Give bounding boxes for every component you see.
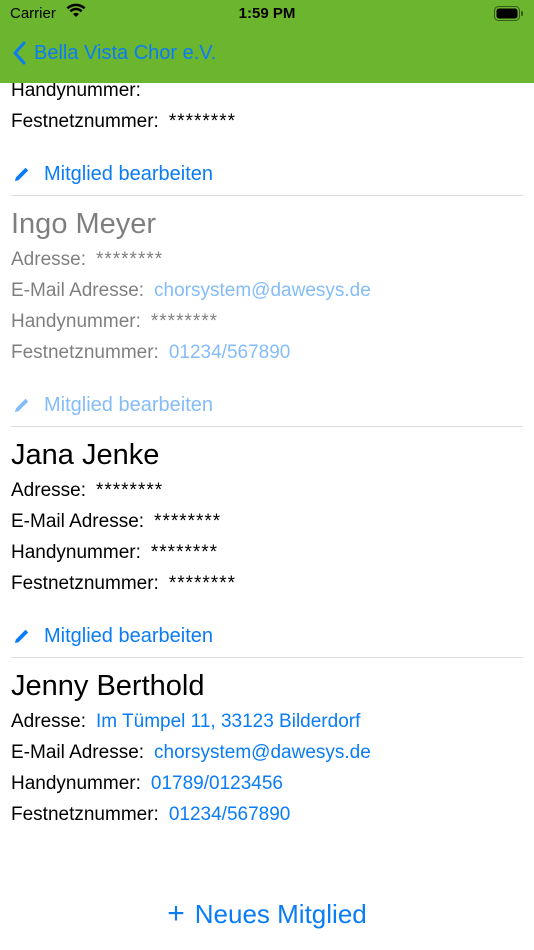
address-label: Adresse: <box>11 711 86 732</box>
address-value: ******** <box>95 249 164 270</box>
edit-member-button[interactable]: Mitglied bearbeiten <box>0 615 534 657</box>
address-link[interactable]: Im Tümpel 11, 33123 Bilderdorf <box>96 711 360 732</box>
phone-label: Festnetznummer: <box>11 111 159 132</box>
edit-member-label: Mitglied bearbeiten <box>44 393 213 416</box>
email-value: ******** <box>154 511 222 532</box>
phone-label: Festnetznummer: <box>11 804 159 825</box>
separator <box>11 426 523 427</box>
pencil-icon <box>15 398 29 412</box>
address-label: Adresse: <box>11 249 86 270</box>
edit-member-button[interactable]: Mitglied bearbeiten <box>0 153 534 195</box>
member-card: Ingo Meyer Adresse: ******** E-Mail Adres… <box>0 204 534 426</box>
member-name: Jana Jenke <box>11 439 160 471</box>
email-row: E-Mail Adresse: chorsystem@dawesys.de <box>0 275 534 306</box>
mobile-label: Handynummer: <box>11 542 141 563</box>
separator <box>11 657 523 658</box>
phone-label: Festnetznummer: <box>11 342 159 363</box>
pencil-icon <box>15 167 29 181</box>
status-bar: Carrier 1:59 PM <box>0 0 534 28</box>
address-value: ******** <box>95 480 164 501</box>
pencil-icon <box>15 629 29 643</box>
phone-value: ******** <box>168 111 236 132</box>
back-label: Bella Vista Chor e.V. <box>34 41 217 64</box>
clock: 1:59 PM <box>238 5 296 22</box>
email-link[interactable]: chorsystem@dawesys.de <box>154 742 371 763</box>
back-button[interactable]: Bella Vista Chor e.V. <box>12 41 216 65</box>
email-row: E-Mail Adresse: chorsystem@dawesys.de <box>0 737 534 768</box>
mobile-row: Handynummer: ******** <box>0 306 534 337</box>
member-name: Ingo Meyer <box>11 208 157 240</box>
address-row: Adresse: ******** <box>0 244 534 275</box>
phone-label: Festnetznummer: <box>11 573 159 594</box>
email-link[interactable]: chorsystem@dawesys.de <box>154 280 371 301</box>
mobile-label: Handynummer: <box>11 83 141 101</box>
mobile-label: Handynummer: <box>11 773 141 794</box>
phone-row: Festnetznummer: 01234/567890 <box>0 799 534 830</box>
navigation-bar: Bella Vista Chor e.V. <box>0 28 534 83</box>
edit-member-label: Mitglied bearbeiten <box>44 162 213 185</box>
address-row: Adresse: Im Tümpel 11, 33123 Bilderdorf <box>0 706 534 737</box>
mobile-link[interactable]: 01789/0123456 <box>151 773 283 794</box>
battery-icon <box>494 6 524 25</box>
phone-row: Festnetznummer: 01234/567890 <box>0 337 534 368</box>
mobile-value: ******** <box>150 542 219 563</box>
email-label: E-Mail Adresse: <box>11 511 145 532</box>
plus-icon: + <box>167 897 185 930</box>
mobile-value: ******** <box>150 311 219 332</box>
email-row: E-Mail Adresse: ******** <box>0 506 534 537</box>
member-list[interactable]: Handynummer: Festnetznummer: ******** Mit… <box>0 83 534 950</box>
member-card: Jana Jenke Adresse: ******** E-Mail Adres… <box>0 435 534 657</box>
mobile-row: Handynummer: <box>0 83 534 106</box>
address-row: Adresse: ******** <box>0 475 534 506</box>
separator <box>11 195 523 196</box>
mobile-row: Handynummer: 01789/0123456 <box>0 768 534 799</box>
phone-link[interactable]: 01234/567890 <box>169 804 291 825</box>
chevron-left-icon <box>13 41 26 65</box>
mobile-row: Handynummer: ******** <box>0 537 534 568</box>
address-label: Adresse: <box>11 480 86 501</box>
email-label: E-Mail Adresse: <box>11 280 145 301</box>
member-name: Jenny Berthold <box>11 670 205 702</box>
phone-link[interactable]: 01234/567890 <box>169 342 291 363</box>
email-label: E-Mail Adresse: <box>11 742 145 763</box>
add-member-label: Neues Mitglied <box>194 899 367 929</box>
edit-member-button[interactable]: Mitglied bearbeiten <box>0 384 534 426</box>
phone-row: Festnetznummer: ******** <box>0 106 534 137</box>
phone-row: Festnetznummer: ******** <box>0 568 534 599</box>
member-card-partial: Handynummer: Festnetznummer: ******** Mit… <box>0 83 534 196</box>
phone-value: ******** <box>168 573 236 594</box>
add-member-button[interactable]: + Neues Mitglied <box>0 897 534 931</box>
member-card: Jenny Berthold Adresse: Im Tümpel 11, 331… <box>0 666 534 830</box>
mobile-label: Handynummer: <box>11 311 141 332</box>
edit-member-label: Mitglied bearbeiten <box>44 624 213 647</box>
